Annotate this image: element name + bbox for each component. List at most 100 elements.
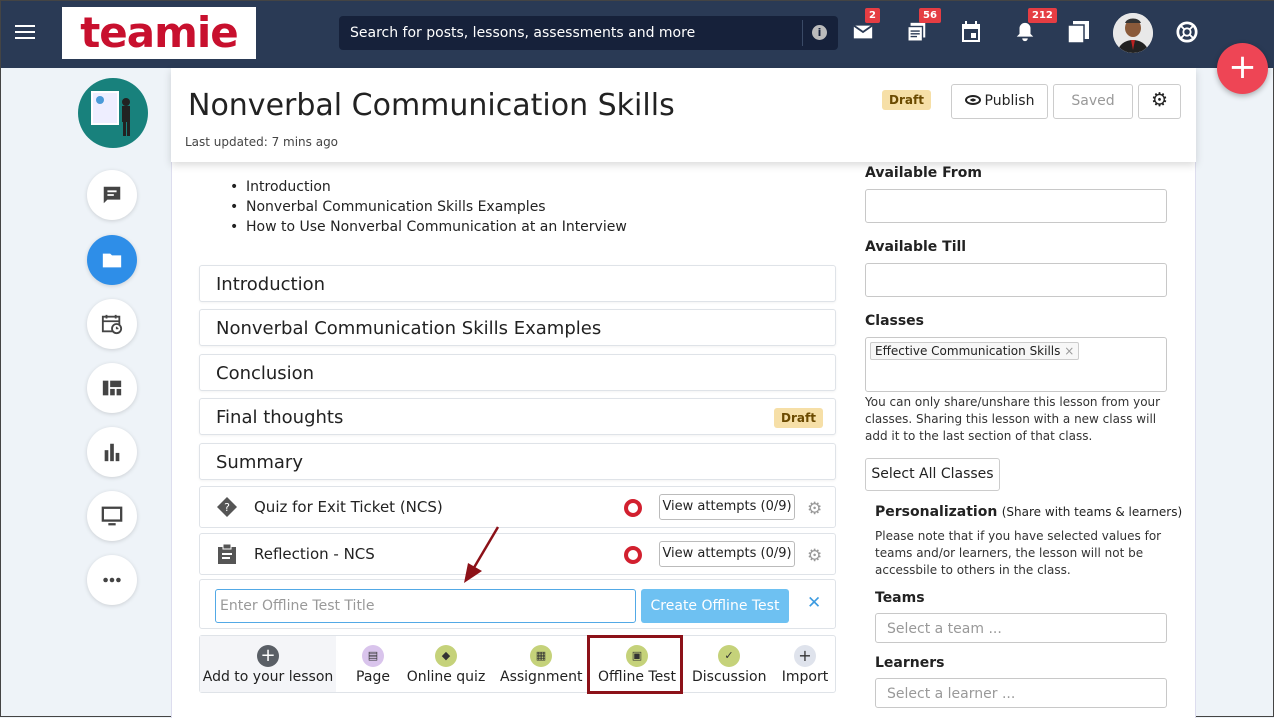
- section-title: Summary: [216, 452, 303, 473]
- view-attempts-button[interactable]: View attempts (0/9): [659, 541, 795, 567]
- eye-icon: [964, 95, 981, 105]
- quiz-icon: ◆: [435, 645, 457, 667]
- settings-button[interactable]: ⚙: [1138, 84, 1181, 119]
- list-item-quiz[interactable]: ? Quiz for Exit Ticket (NCS) View attemp…: [199, 486, 836, 528]
- close-icon[interactable]: ✕: [807, 593, 821, 613]
- offline-test-title-input[interactable]: [215, 589, 636, 623]
- import-button[interactable]: + Import: [780, 636, 830, 692]
- add-discussion-button[interactable]: ✓ Discussion: [692, 636, 766, 692]
- annotation-arrow: [464, 526, 500, 583]
- learners-label: Learners: [875, 655, 945, 671]
- select-all-classes-button[interactable]: Select All Classes: [865, 458, 1000, 491]
- available-from-input[interactable]: [865, 189, 1167, 223]
- gear-icon[interactable]: ⚙: [807, 546, 822, 566]
- class-tag[interactable]: Effective Communication Skills ×: [870, 342, 1080, 360]
- info-icon[interactable]: i: [812, 25, 827, 40]
- add-online-quiz-button[interactable]: ◆ Online quiz: [406, 636, 486, 692]
- highlight-box: [587, 635, 683, 694]
- section-title: Conclusion: [216, 363, 315, 384]
- help-icon[interactable]: [1176, 21, 1200, 45]
- publish-button[interactable]: Publish: [951, 84, 1048, 119]
- teams-label: Teams: [875, 590, 925, 606]
- lessons-nav-button[interactable]: [87, 235, 137, 285]
- menu-icon[interactable]: [15, 25, 35, 41]
- search-placeholder[interactable]: Search for posts, lessons, assessments a…: [350, 25, 695, 41]
- option-label: Online quiz: [406, 669, 486, 685]
- present-nav-button[interactable]: [87, 491, 137, 541]
- add-assignment-button[interactable]: ▦ Assignment: [500, 636, 582, 692]
- svg-text:?: ?: [224, 501, 230, 514]
- available-till-label: Available Till: [865, 239, 967, 255]
- classes-label: Classes: [865, 313, 925, 329]
- lesson-header: Nonverbal Communication Skills Last upda…: [171, 68, 1196, 162]
- bar-chart-icon: [104, 443, 120, 462]
- item-title[interactable]: Quiz for Exit Ticket (NCS): [254, 498, 443, 516]
- analytics-nav-button[interactable]: [87, 427, 137, 477]
- personal-note-line: accessbile to others in the class.: [875, 563, 1071, 577]
- teams-select[interactable]: Select a team ...: [875, 613, 1167, 643]
- documents-icon[interactable]: [1067, 21, 1091, 45]
- section-examples[interactable]: Nonverbal Communication Skills Examples: [199, 309, 836, 346]
- offline-test-form: Create Offline Test ✕: [199, 579, 836, 629]
- quiz-icon: ?: [217, 497, 237, 517]
- logo[interactable]: teamie: [62, 7, 256, 59]
- more-nav-button[interactable]: [87, 555, 137, 605]
- option-label: Assignment: [500, 669, 583, 685]
- add-label: Add to your lesson: [202, 669, 334, 685]
- view-attempts-button[interactable]: View attempts (0/9): [659, 494, 795, 520]
- option-label: Import: [781, 669, 829, 685]
- search-bar[interactable]: Search for posts, lessons, assessments a…: [339, 16, 838, 50]
- gear-icon: ⚙: [1150, 89, 1169, 111]
- last-updated: Last updated: 7 mins ago: [185, 135, 339, 149]
- add-page-button[interactable]: ▤ Page: [350, 636, 396, 692]
- gear-icon[interactable]: ⚙: [807, 499, 822, 519]
- publish-label: Publish: [984, 93, 1035, 109]
- status-badge: Draft: [774, 408, 823, 428]
- item-title[interactable]: Reflection - NCS: [254, 545, 375, 563]
- list-item-reflection[interactable]: Reflection - NCS View attempts (0/9) ⚙: [199, 533, 836, 575]
- lesson-avatar: [78, 78, 148, 148]
- bell-icon[interactable]: 212: [1014, 8, 1057, 45]
- personalization-heading: Personalization (Share with teams & lear…: [875, 504, 1182, 520]
- more-icon: [103, 577, 121, 583]
- schedule-nav-button[interactable]: [87, 299, 137, 349]
- share-note-line: add it to the last section of that class…: [865, 429, 1093, 443]
- add-fab-button[interactable]: +: [1217, 43, 1268, 94]
- personalization-note: Please note that if you have selected va…: [875, 528, 1161, 579]
- posts-icon[interactable]: 56: [906, 8, 941, 45]
- saved-button[interactable]: Saved: [1053, 84, 1133, 119]
- messages-icon[interactable]: 2: [852, 8, 880, 45]
- section-conclusion[interactable]: Conclusion: [199, 354, 836, 391]
- learners-select[interactable]: Select a learner ...: [875, 678, 1167, 708]
- user-avatar[interactable]: [1113, 13, 1153, 53]
- personal-note-line: teams and/or learners, the lesson will n…: [875, 546, 1144, 560]
- personalization-sub: (Share with teams & learners): [1001, 505, 1183, 519]
- remove-tag-icon[interactable]: ×: [1064, 344, 1074, 358]
- classes-input[interactable]: Effective Communication Skills ×: [865, 337, 1167, 392]
- section-title: Nonverbal Communication Skills Examples: [216, 318, 602, 339]
- section-title: Final thoughts: [216, 407, 344, 428]
- posts-badge: 56: [919, 8, 941, 23]
- option-label: Page: [356, 669, 390, 685]
- dashboard-nav-button[interactable]: [87, 363, 137, 413]
- option-label: Discussion: [692, 669, 767, 685]
- section-final-thoughts[interactable]: Final thoughts Draft: [199, 398, 836, 435]
- posts-nav-button[interactable]: [87, 170, 137, 220]
- search-divider: [802, 20, 803, 46]
- calendar-clock-icon: [101, 314, 123, 335]
- section-summary[interactable]: Summary: [199, 443, 836, 480]
- add-to-lesson-bar: + Add to your lesson ▤ Page ◆ Online qui…: [199, 635, 836, 693]
- alerts-badge: 212: [1028, 8, 1057, 23]
- calendar-icon[interactable]: [961, 21, 985, 45]
- plus-icon: +: [257, 645, 279, 667]
- add-to-lesson-label: + Add to your lesson: [200, 636, 336, 692]
- toc-item: Nonverbal Communication Skills Examples: [230, 197, 627, 217]
- class-tag-label: Effective Communication Skills: [875, 344, 1061, 358]
- unpublished-icon: [624, 546, 642, 564]
- unpublished-icon: [624, 499, 642, 517]
- toc-item: Introduction: [230, 177, 627, 197]
- section-title: Introduction: [216, 274, 326, 295]
- create-offline-test-button[interactable]: Create Offline Test: [641, 589, 789, 623]
- section-introduction[interactable]: Introduction: [199, 265, 836, 302]
- available-till-input[interactable]: [865, 263, 1167, 297]
